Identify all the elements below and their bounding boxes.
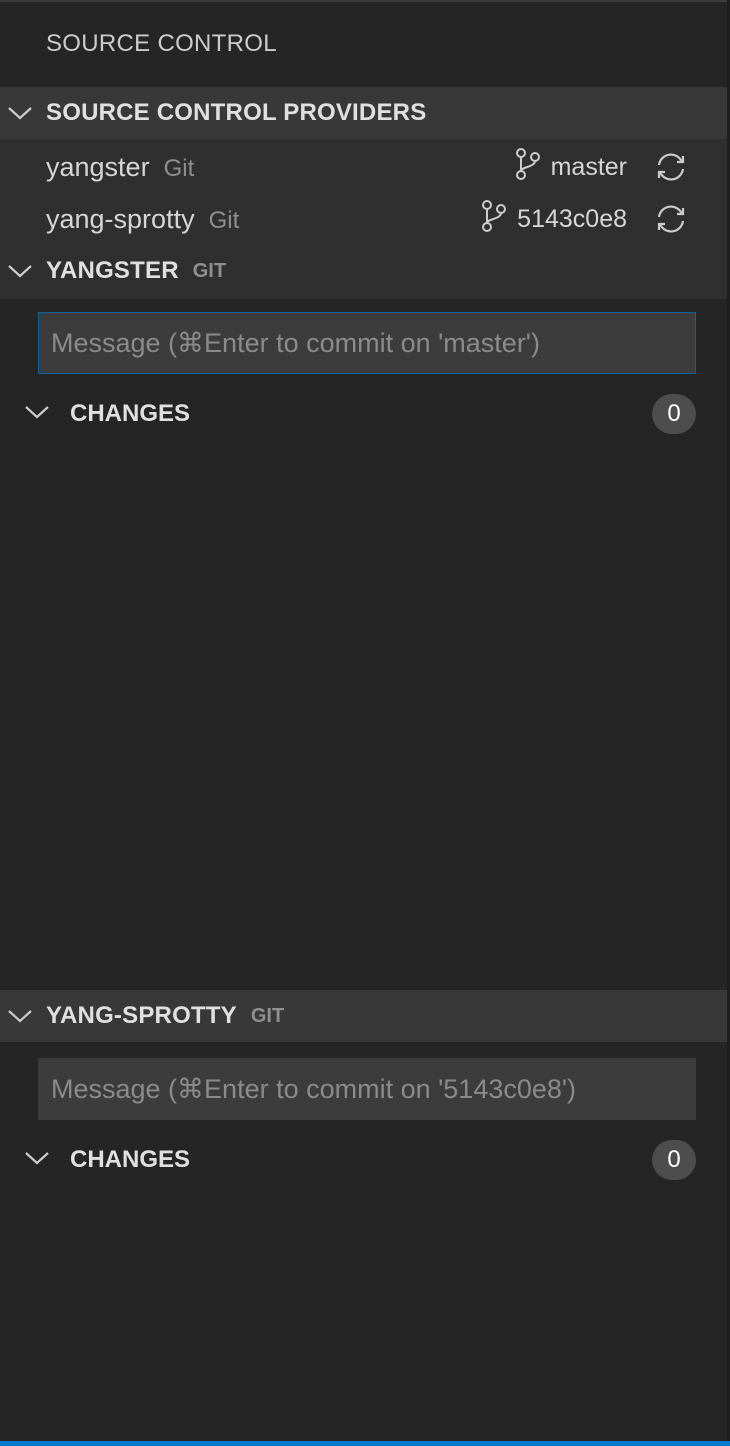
provider-row-yangster[interactable]: yangster Git master [0, 141, 727, 193]
repo-section-header-yangster[interactable]: YANGSTER GIT [0, 245, 727, 297]
provider-name-label: yangster [46, 151, 150, 182]
provider-name-label: yang-sprotty [46, 203, 195, 234]
repo-title: YANG-SPROTTY [46, 1002, 237, 1029]
providers-section-header[interactable]: SOURCE CONTROL PROVIDERS [0, 87, 727, 139]
changes-label: CHANGES [70, 1146, 191, 1173]
commit-message-input-yang-sprotty[interactable] [38, 1058, 696, 1120]
git-branch-icon [515, 147, 541, 188]
chevron-down-icon[interactable] [24, 404, 50, 425]
chevron-down-icon[interactable] [0, 990, 40, 1042]
changes-group-yangster[interactable]: CHANGES 0 [24, 391, 704, 437]
repo-section-header-yang-sprotty[interactable]: YANG-SPROTTY GIT [0, 990, 727, 1042]
commit-message-input-yangster[interactable] [38, 312, 696, 374]
branch-label: master [550, 152, 627, 181]
repo-provider: GIT [250, 1004, 285, 1027]
chevron-down-icon[interactable] [0, 245, 40, 297]
branch-label: 5143c0e8 [517, 204, 627, 233]
changes-group-yang-sprotty[interactable]: CHANGES 0 [24, 1137, 704, 1183]
changes-count-badge: 0 [652, 1140, 696, 1180]
changes-count-badge: 0 [652, 394, 696, 434]
sync-icon[interactable] [653, 201, 689, 237]
repo-title: YANGSTER [46, 257, 179, 284]
provider-type: Git [163, 154, 195, 182]
status-bar-edge [0, 1441, 730, 1446]
repo-provider: GIT [192, 259, 227, 282]
git-branch-icon [481, 199, 507, 240]
providers-section-title: SOURCE CONTROL PROVIDERS [46, 99, 427, 126]
provider-name: yang-sprotty Git [46, 204, 239, 235]
provider-type: Git [208, 206, 240, 234]
provider-row-yang-sprotty[interactable]: yang-sprotty Git 5143c0e8 [0, 193, 727, 245]
changes-label: CHANGES [70, 400, 191, 427]
chevron-down-icon[interactable] [24, 1150, 50, 1171]
provider-name: yangster Git [46, 152, 194, 183]
chevron-down-icon[interactable] [0, 87, 40, 139]
top-border [0, 0, 730, 2]
provider-branch[interactable]: 5143c0e8 [481, 199, 627, 240]
provider-branch[interactable]: master [515, 147, 627, 188]
sync-icon[interactable] [653, 149, 689, 185]
view-title: SOURCE CONTROL [46, 30, 277, 57]
providers-list: yangster Git master yang-sprotty Git 5143c… [0, 139, 727, 299]
